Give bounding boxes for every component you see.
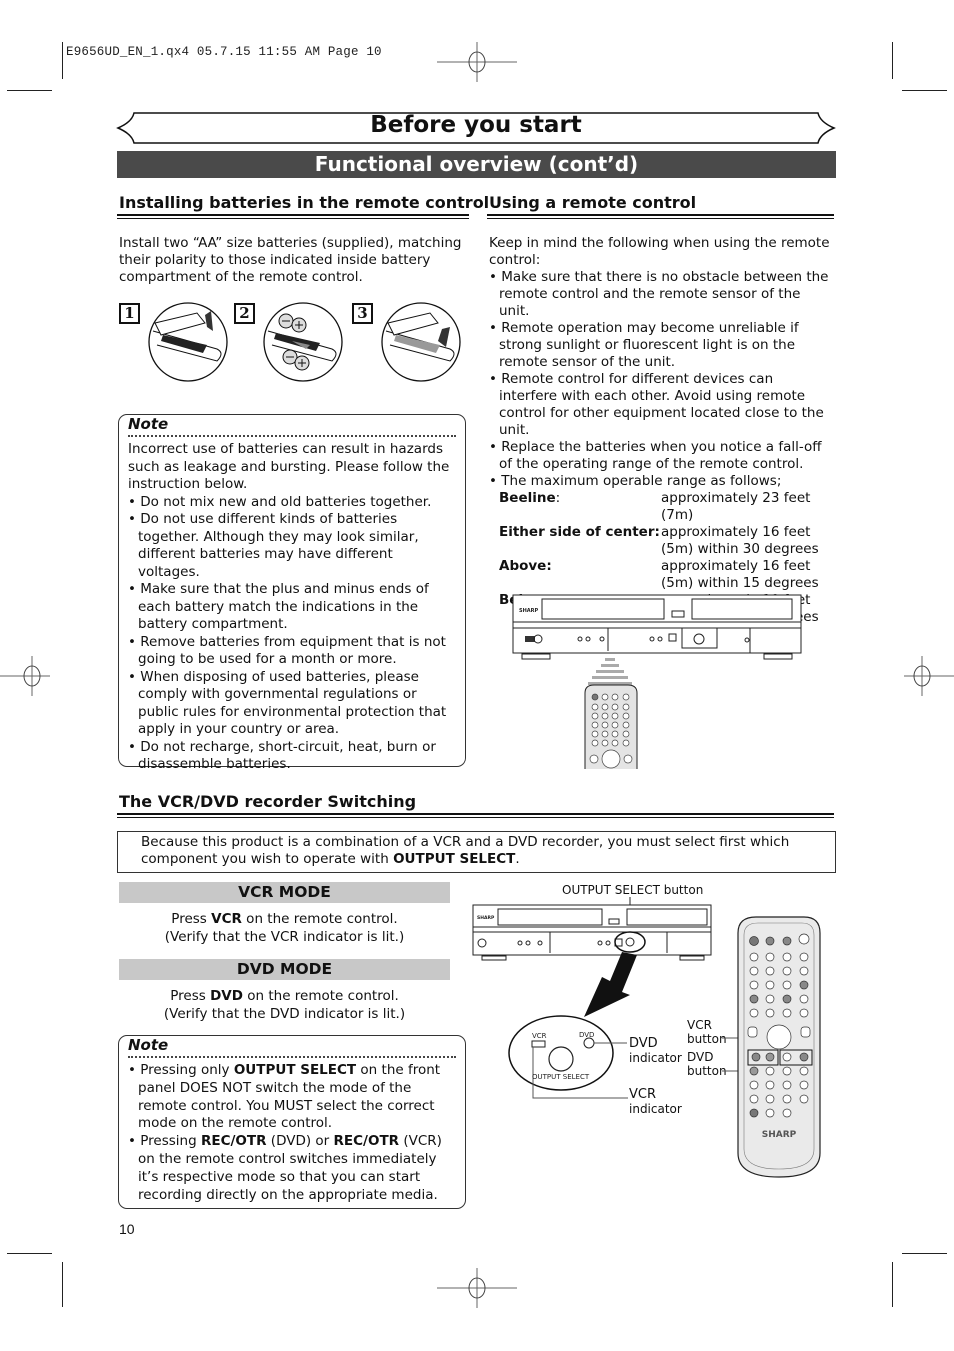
heading-rule xyxy=(487,218,834,219)
output-select-label: OUTPUT SELECT xyxy=(532,1073,590,1081)
registration-mark xyxy=(437,1268,517,1308)
remote-usage-item: • Remote control for different devices c… xyxy=(489,371,824,438)
crop-mark xyxy=(62,42,63,79)
remote-usage-item: • Make sure that there is no obstacle be… xyxy=(489,269,829,319)
page-title: Before you start xyxy=(370,112,582,138)
note-item: • Do not recharge, short-circuit, heat, … xyxy=(128,738,436,773)
switching-note-box: Note • Pressing only OUTPUT SELECT on th… xyxy=(118,1035,466,1209)
battery-step-2-illustration xyxy=(263,302,343,382)
vcr-indicator-label: VCR xyxy=(532,1032,547,1040)
note-item: • Pressing only OUTPUT SELECT on the fro… xyxy=(128,1062,441,1132)
heading-rule xyxy=(117,214,469,216)
note-divider xyxy=(128,435,456,437)
page-number: 10 xyxy=(119,1221,135,1237)
range-row-either-side: Either side of center: approximately 16 … xyxy=(499,524,819,557)
remote-usage-body: Keep in mind the following when using th… xyxy=(489,235,834,626)
crop-mark xyxy=(892,1262,893,1307)
device-front-panel-illustration: SHARP xyxy=(512,594,802,660)
switching-heading: The VCR/DVD recorder Switching xyxy=(119,792,417,811)
heading-rule xyxy=(487,214,834,216)
output-select-detail-illustration: VCR DVD OUTPUT SELECT xyxy=(508,1015,627,1095)
remote-brand-logo: SHARP xyxy=(762,1130,797,1140)
output-select-button-callout: OUTPUT SELECT button xyxy=(562,883,704,897)
step-number-2: 2 xyxy=(234,303,255,324)
device-brand-logo: SHARP xyxy=(519,608,539,614)
zoom-arrow-icon xyxy=(584,952,637,1017)
dvd-indicator-callout: DVD indicator xyxy=(629,1036,682,1066)
crop-mark xyxy=(902,90,947,91)
remote-usage-item: • Remote operation may become unreliable… xyxy=(489,320,799,370)
switching-intro: Because this product is a combination of… xyxy=(141,834,790,867)
crop-mark xyxy=(7,1253,52,1254)
remote-control-full-illustration: SHARP xyxy=(722,916,821,1178)
vcr-mode-instructions: Press VCR on the remote control. (Verify… xyxy=(164,911,405,945)
remote-usage-item: • Replace the batteries when you notice … xyxy=(489,439,822,472)
device-front-panel-output-select-illustration: SHARP xyxy=(472,897,712,1017)
note-intro: Incorrect use of batteries can result in… xyxy=(128,441,450,492)
vcr-indicator-leader-line xyxy=(532,1090,628,1099)
battery-step-1-illustration xyxy=(148,302,228,382)
note-title: Note xyxy=(128,415,169,433)
registration-mark xyxy=(437,42,517,82)
remote-control-illustration xyxy=(584,684,638,769)
batteries-heading: Installing batteries in the remote contr… xyxy=(119,193,490,212)
dvd-mode-heading: DVD MODE xyxy=(119,959,450,980)
heading-rule xyxy=(117,813,834,815)
battery-step-3-illustration xyxy=(381,302,461,382)
dvd-indicator-label: DVD xyxy=(579,1031,594,1039)
device-brand-logo: SHARP xyxy=(477,915,495,921)
remote-usage-heading: Using a remote control xyxy=(489,193,697,212)
step-number-3: 3 xyxy=(352,303,373,324)
note-item: • Pressing REC/OTR (DVD) or REC/OTR (VCR… xyxy=(128,1133,442,1203)
dvd-mode-instructions: Press DVD on the remote control. (Verify… xyxy=(163,988,406,1022)
note-item: • Do not mix new and old batteries toget… xyxy=(128,493,432,510)
dvd-button-callout: DVD button xyxy=(687,1050,727,1078)
registration-mark xyxy=(904,656,954,696)
note-item: • Make sure that the plus and minus ends… xyxy=(128,581,429,632)
heading-rule xyxy=(117,817,834,818)
switching-intro-box: Because this product is a combination of… xyxy=(117,831,836,873)
page-title-banner: Before you start xyxy=(116,110,836,146)
vcr-indicator-callout: VCR indicator xyxy=(629,1087,682,1117)
note-item: • When disposing of used batteries, plea… xyxy=(128,668,447,738)
range-row-above: Above: approximately 16 feet (5m) within … xyxy=(499,558,819,591)
range-row-beeline: Beeline: approximately 23 feet (7m) xyxy=(499,490,811,523)
note-title: Note xyxy=(128,1036,169,1054)
battery-note-box: Note Incorrect use of batteries can resu… xyxy=(118,414,466,772)
print-slug: E9656UD_EN_1.qx4 05.7.15 11:55 AM Page 1… xyxy=(66,45,382,59)
vcr-button-callout: VCR button xyxy=(687,1018,727,1046)
registration-mark xyxy=(0,656,50,696)
crop-mark xyxy=(902,1253,947,1254)
note-divider xyxy=(128,1056,456,1058)
remote-usage-intro: Keep in mind the following when using th… xyxy=(489,235,830,268)
vcr-mode-heading: VCR MODE xyxy=(119,882,450,903)
batteries-intro: Install two “AA” size batteries (supplie… xyxy=(119,235,462,285)
heading-rule xyxy=(117,218,469,219)
remote-usage-item: • The maximum operable range as follows; xyxy=(489,473,782,489)
crop-mark xyxy=(62,1262,63,1307)
crop-mark xyxy=(892,42,893,79)
crop-mark xyxy=(7,90,52,91)
note-item: • Remove batteries from equipment that i… xyxy=(128,633,446,668)
section-title-bar: Functional overview (cont’d) xyxy=(117,151,836,178)
step-number-1: 1 xyxy=(119,303,140,324)
note-item: • Do not use different kinds of batterie… xyxy=(128,511,419,580)
